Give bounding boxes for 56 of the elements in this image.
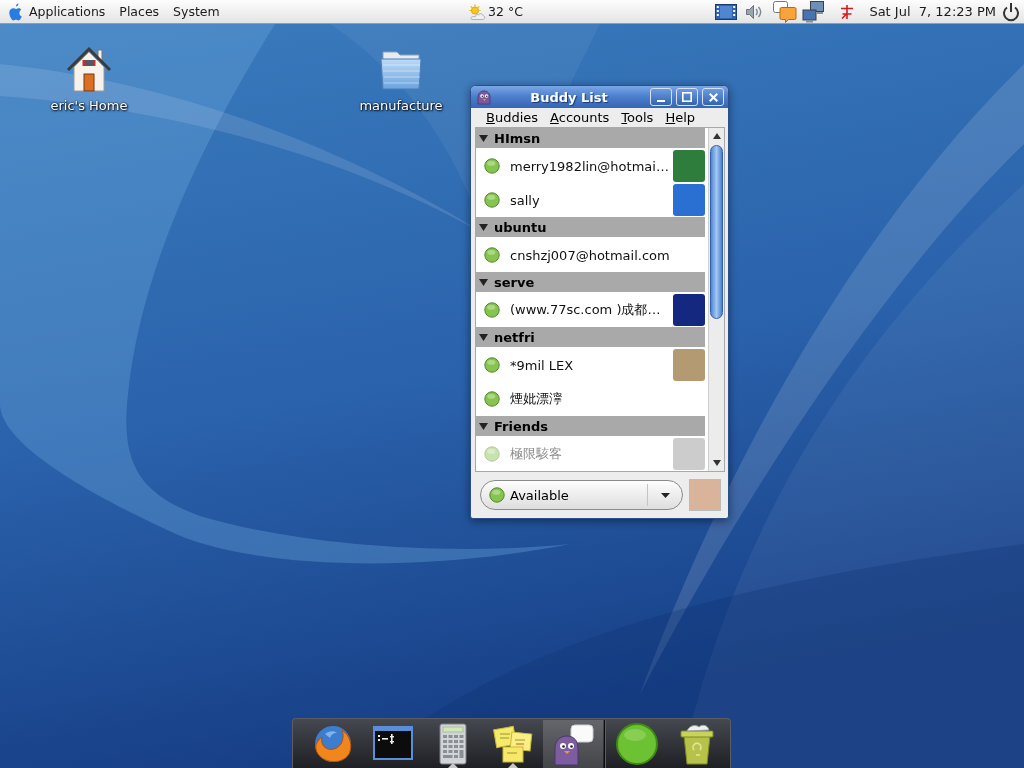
menu-item[interactable]: Accounts	[544, 110, 616, 125]
buddy-name[interactable]: cnshzj007@hotmail.com	[510, 247, 705, 263]
group-header[interactable]: serve	[476, 272, 705, 293]
minimize-icon	[657, 99, 665, 102]
down-arrow-icon	[712, 460, 721, 466]
menu-button[interactable]: Places	[112, 0, 167, 23]
minimize-button[interactable]	[650, 88, 672, 106]
icon-label[interactable]: eric's Home	[50, 98, 128, 113]
chat-bubbles-icon[interactable]	[773, 0, 798, 23]
up-arrow-icon	[712, 133, 721, 139]
glyph-icon[interactable]	[840, 4, 855, 19]
house-icon[interactable]	[65, 45, 113, 93]
menu-button[interactable]: System	[166, 0, 227, 23]
menu-button[interactable]: Applications	[22, 0, 113, 23]
buddy-name[interactable]: sally	[510, 192, 673, 208]
power-icon[interactable]	[1002, 1, 1020, 22]
scroll-thumb[interactable]	[710, 145, 723, 319]
status-dropdown[interactable]: Available	[480, 480, 683, 510]
group-header[interactable]: ubuntu	[476, 217, 705, 238]
group-header[interactable]: Friends	[476, 416, 705, 437]
maximize-icon	[682, 92, 692, 102]
menu-item[interactable]: Buddies	[480, 110, 545, 125]
apple-icon[interactable]	[8, 2, 22, 21]
status-dot-icon	[489, 487, 505, 503]
menu-item[interactable]: Help	[659, 110, 702, 125]
buddy-name[interactable]: 煙妣漂濘	[510, 390, 705, 408]
clock[interactable]: Sat Jul 7, 12:23 PM	[864, 0, 1001, 23]
group-header[interactable]: netfri	[476, 327, 705, 348]
status-dot-icon	[484, 357, 500, 373]
window-title: Buddy List	[529, 89, 609, 105]
buddy-name[interactable]: 極限駭客	[510, 445, 673, 463]
menu-item[interactable]: Tools	[615, 110, 660, 125]
status-dot-icon	[484, 247, 500, 263]
status-dot-icon	[484, 192, 500, 208]
buddy-name[interactable]: (www.77sc.com )成都…	[510, 301, 673, 319]
caret-icon	[661, 492, 670, 498]
weather-button[interactable]: 32 °C	[466, 0, 525, 23]
status-dot-icon	[484, 158, 500, 174]
buddy-name[interactable]: merry1982lin@hotmai…	[510, 158, 673, 174]
icon-label[interactable]: manufacture	[359, 98, 443, 113]
bird-chat-icon	[551, 722, 595, 766]
status-dot-icon	[484, 391, 500, 407]
network-computers-icon[interactable]	[802, 0, 825, 23]
dock-launcher[interactable]	[543, 720, 603, 768]
buddy-name[interactable]: *9mil LEX	[510, 357, 673, 373]
group-header[interactable]: HImsn	[476, 128, 705, 149]
bird-icon	[476, 89, 492, 105]
status-dot-icon	[484, 446, 500, 462]
close-icon	[708, 92, 718, 102]
close-button[interactable]	[702, 88, 724, 106]
speaker-icon[interactable]	[745, 2, 764, 21]
maximize-button[interactable]	[676, 88, 698, 106]
sun-cloud-icon	[468, 3, 486, 20]
orb-icon	[615, 722, 659, 766]
status-dot-icon	[484, 302, 500, 318]
film-icon[interactable]	[715, 2, 738, 21]
